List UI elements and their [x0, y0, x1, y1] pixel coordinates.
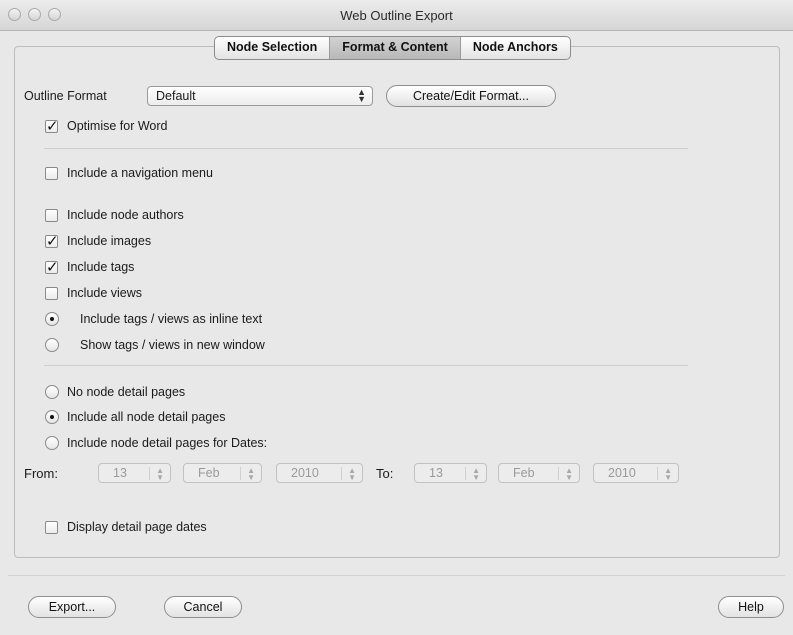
optimise-word-label: Optimise for Word: [67, 119, 168, 133]
dated-detail-pages-radio[interactable]: [45, 436, 59, 450]
tab-format-content[interactable]: Format & Content: [330, 37, 461, 59]
outline-format-value: Default: [156, 89, 196, 103]
nav-menu-label: Include a navigation menu: [67, 166, 213, 180]
node-authors-checkbox[interactable]: [45, 209, 58, 222]
outline-format-label: Outline Format: [24, 89, 107, 103]
to-year-value: 2010: [608, 466, 636, 480]
to-day-value: 13: [429, 466, 443, 480]
chevron-updown-icon: ▲ ▼: [156, 466, 164, 482]
from-month-value: Feb: [198, 466, 220, 480]
chevron-updown-icon: ▲ ▼: [247, 466, 255, 482]
chevron-updown-icon: ▲ ▼: [472, 466, 480, 482]
from-month-select[interactable]: Feb ▲ ▼: [183, 463, 262, 483]
cancel-button[interactable]: Cancel: [164, 596, 242, 618]
divider: [657, 467, 658, 480]
new-window-radio[interactable]: [45, 338, 59, 352]
from-year-select[interactable]: 2010 ▲ ▼: [276, 463, 363, 483]
dated-detail-pages-label: Include node detail pages for Dates:: [67, 436, 268, 450]
no-detail-pages-radio[interactable]: [45, 385, 59, 399]
divider: [240, 467, 241, 480]
divider: [44, 365, 688, 366]
to-label: To:: [376, 466, 394, 481]
chevron-updown-icon: ▲ ▼: [565, 466, 573, 482]
chevron-updown-icon: ▲ ▼: [348, 466, 356, 482]
create-edit-format-button[interactable]: Create/Edit Format...: [386, 85, 556, 107]
new-window-label: Show tags / views in new window: [80, 338, 265, 352]
display-dates-label: Display detail page dates: [67, 520, 207, 534]
nav-menu-checkbox[interactable]: [45, 167, 58, 180]
from-label: From:: [24, 466, 58, 481]
to-month-value: Feb: [513, 466, 535, 480]
to-day-select[interactable]: 13 ▲ ▼: [414, 463, 487, 483]
images-checkbox[interactable]: [45, 232, 59, 250]
tab-node-selection[interactable]: Node Selection: [215, 37, 331, 59]
views-checkbox[interactable]: [45, 287, 58, 300]
from-day-select[interactable]: 13 ▲ ▼: [98, 463, 171, 483]
to-year-select[interactable]: 2010 ▲ ▼: [593, 463, 679, 483]
from-year-value: 2010: [291, 466, 319, 480]
export-button[interactable]: Export...: [28, 596, 116, 618]
inline-text-radio[interactable]: [45, 312, 59, 326]
all-detail-pages-radio[interactable]: [45, 410, 59, 424]
inline-text-label: Include tags / views as inline text: [80, 312, 263, 326]
divider: [465, 467, 466, 480]
chevron-updown-icon: ▲ ▼: [664, 466, 672, 482]
chevron-updown-icon: ▲ ▼: [357, 87, 366, 104]
no-detail-pages-label: No node detail pages: [67, 385, 186, 399]
title-bar: Web Outline Export: [0, 0, 793, 31]
divider: [558, 467, 559, 480]
views-label: Include views: [67, 286, 143, 300]
divider: [341, 467, 342, 480]
divider: [44, 148, 688, 149]
node-authors-label: Include node authors: [67, 208, 184, 222]
outline-format-select[interactable]: Default ▲ ▼: [147, 86, 373, 106]
help-button[interactable]: Help: [718, 596, 784, 618]
to-month-select[interactable]: Feb ▲ ▼: [498, 463, 580, 483]
tags-checkbox[interactable]: [45, 258, 59, 276]
window-title: Web Outline Export: [340, 8, 453, 23]
display-dates-checkbox[interactable]: [45, 521, 58, 534]
all-detail-pages-label: Include all node detail pages: [67, 410, 226, 424]
optimise-word-checkbox[interactable]: [45, 117, 59, 135]
images-label: Include images: [67, 234, 152, 248]
divider: [8, 575, 785, 576]
tab-bar: Node Selection Format & Content Node Anc…: [214, 36, 571, 60]
from-day-value: 13: [113, 466, 127, 480]
tab-node-anchors[interactable]: Node Anchors: [461, 37, 570, 59]
export-window: Web Outline Export Node Selection Format…: [0, 0, 793, 635]
divider: [149, 467, 150, 480]
tags-label: Include tags: [67, 260, 135, 274]
